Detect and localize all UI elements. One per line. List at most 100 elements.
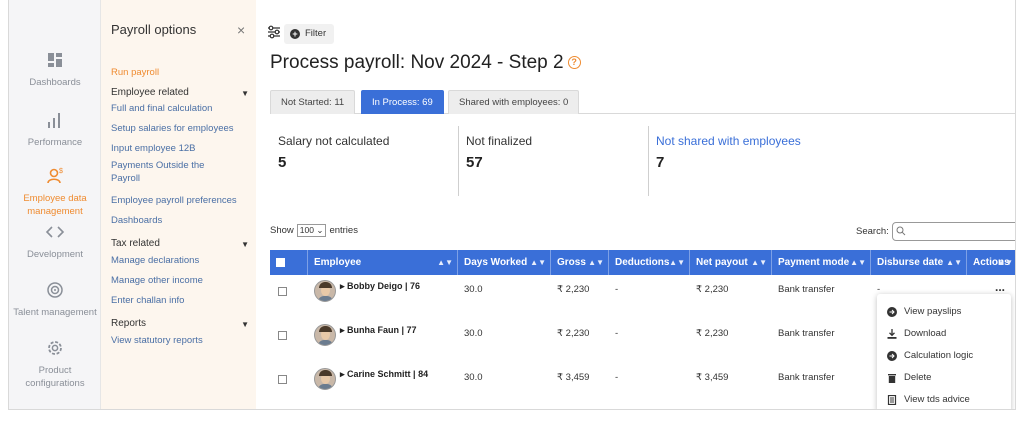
sort-icon: ▲▼: [530, 258, 546, 267]
rail-label: Development: [27, 249, 83, 260]
deductions: -: [615, 284, 619, 295]
status-tabs: Not Started: 11 In Process: 69 Shared wi…: [270, 90, 1015, 114]
col-payment-mode[interactable]: Payment mode ▲▼: [772, 250, 871, 275]
col-deductions[interactable]: Deductions ▲▼: [609, 250, 690, 275]
arrow-circle-icon: [887, 350, 897, 361]
link-statutory-reports[interactable]: View statutory reports: [111, 334, 203, 347]
menu-view-tds-advice[interactable]: View tds advice: [887, 394, 970, 405]
employee-label: Bobby Deigo | 76: [347, 281, 421, 291]
employee-cell[interactable]: ▸ Bunha Faun | 77: [314, 323, 417, 346]
menu-calculation-logic[interactable]: Calculation logic: [887, 350, 973, 361]
col-gross[interactable]: Gross ▲▼: [551, 250, 609, 275]
row-checkbox[interactable]: [278, 287, 287, 296]
col-label: Employee: [314, 257, 362, 268]
link-input-12b[interactable]: Input employee 12B: [111, 142, 196, 155]
run-payroll-link[interactable]: Run payroll: [111, 66, 159, 79]
col-label: Days Worked: [464, 257, 528, 268]
stat-label: Not shared with employees: [656, 134, 801, 148]
section-label: Tax related: [111, 238, 160, 249]
rail-item-dashboards[interactable]: Dashboards: [9, 50, 101, 89]
deductions: -: [615, 328, 619, 339]
link-manage-other-income[interactable]: Manage other income: [111, 274, 203, 287]
help-icon[interactable]: ?: [567, 56, 581, 69]
bar-chart-icon: [48, 113, 60, 128]
gross: ₹ 3,459: [557, 372, 590, 383]
stat-value: 7: [656, 154, 665, 171]
tax-related-section[interactable]: Tax related ▼: [111, 238, 249, 249]
col-label: Payment mode: [778, 257, 850, 268]
stat-not-shared[interactable]: Not shared with employees 7: [656, 134, 801, 171]
select-all-checkbox[interactable]: [276, 257, 285, 267]
employee-name[interactable]: ▸ Carine Schmitt | 84: [340, 369, 428, 380]
col-net-payout[interactable]: Net payout ▲▼: [690, 250, 772, 275]
stat-label: Salary not calculated: [278, 134, 390, 148]
rail-item-development[interactable]: Development: [9, 222, 101, 261]
avatar: [314, 324, 336, 346]
menu-delete[interactable]: Delete: [887, 372, 931, 383]
app-window: Dashboards Performance $ Employee data m…: [8, 0, 1016, 410]
talent-icon: [47, 282, 63, 298]
divider: [458, 126, 459, 196]
link-payments-outside[interactable]: Payments Outside the Payroll: [111, 159, 221, 185]
filter-button[interactable]: + Filter: [284, 24, 335, 44]
caret-down-icon: ▼: [241, 320, 249, 329]
col-disburse-date[interactable]: Disburse date ▲▼: [871, 250, 967, 275]
employee-cell[interactable]: ▸ Carine Schmitt | 84: [314, 367, 428, 390]
menu-label: Calculation logic: [904, 350, 974, 361]
rail-item-performance[interactable]: Performance: [9, 110, 101, 149]
menu-view-payslips[interactable]: View payslips: [887, 306, 961, 317]
rail-label: Talent management: [13, 307, 97, 318]
row-checkbox[interactable]: [278, 331, 287, 340]
panel-title: Payroll options: [111, 22, 197, 37]
summary-stats: Salary not calculated 5 Not finalized 57…: [270, 126, 1015, 198]
row-checkbox[interactable]: [278, 375, 287, 384]
col-label: Disburse date: [877, 257, 944, 268]
tab-shared[interactable]: Shared with employees: 0: [448, 90, 580, 114]
employee-cell[interactable]: ▸ Bobby Deigo | 76: [314, 279, 420, 302]
more-actions-icon[interactable]: ...: [995, 280, 1005, 294]
stat-salary-not-calculated: Salary not calculated 5: [278, 134, 389, 171]
download-icon: [887, 328, 897, 339]
filter-label: Filter: [305, 28, 327, 39]
rail-item-product-config[interactable]: Product configurations: [9, 338, 101, 390]
reports-section[interactable]: Reports ▼: [111, 318, 249, 329]
days-worked: 30.0: [464, 372, 483, 383]
col-actions[interactable]: Actions ▲▼: [967, 250, 1015, 275]
rail-item-talent[interactable]: Talent management: [9, 280, 101, 319]
divider: [648, 126, 649, 196]
tab-in-process[interactable]: In Process: 69: [361, 90, 444, 114]
close-icon[interactable]: ×: [237, 22, 245, 38]
link-setup-salaries[interactable]: Setup salaries for employees: [111, 122, 234, 135]
tab-not-started[interactable]: Not Started: 11: [270, 90, 356, 114]
search-input[interactable]: [891, 222, 1015, 241]
menu-download[interactable]: Download: [887, 328, 946, 339]
days-worked: 30.0: [464, 284, 483, 295]
entries-value: 100: [299, 225, 314, 235]
link-dashboards[interactable]: Dashboards: [111, 214, 162, 227]
caret-down-icon: ▼: [241, 240, 249, 249]
select-all-header[interactable]: [270, 250, 308, 275]
payroll-options-panel: Payroll options × Run payroll Employee r…: [101, 0, 256, 409]
search-label: Search:: [856, 226, 889, 237]
gross: ₹ 2,230: [557, 284, 590, 295]
menu-label: Download: [904, 328, 947, 339]
employee-related-section[interactable]: Employee related ▼: [111, 87, 249, 98]
col-employee[interactable]: Employee ▲▼: [308, 250, 458, 275]
payment-mode: Bank transfer: [778, 328, 835, 339]
employee-name[interactable]: ▸ Bobby Deigo | 76: [340, 281, 420, 292]
menu-label: Delete: [904, 372, 932, 383]
employee-name[interactable]: ▸ Bunha Faun | 77: [340, 325, 417, 336]
employee-label: Carine Schmitt | 84: [347, 369, 429, 379]
entries-select[interactable]: 100 ⌄: [296, 224, 327, 237]
rail-item-employee-data[interactable]: $ Employee data management: [9, 166, 101, 218]
link-challan-info[interactable]: Enter challan info: [111, 294, 184, 307]
deductions: -: [615, 372, 619, 383]
col-label: Net payout: [696, 257, 748, 268]
col-days-worked[interactable]: Days Worked ▲▼: [458, 250, 551, 275]
days-worked: 30.0: [464, 328, 483, 339]
link-manage-declarations[interactable]: Manage declarations: [111, 254, 199, 267]
link-payroll-preferences[interactable]: Employee payroll preferences: [111, 194, 237, 207]
sliders-icon[interactable]: [266, 24, 282, 40]
link-full-final[interactable]: Full and final calculation: [111, 102, 212, 115]
code-icon: [45, 226, 65, 238]
